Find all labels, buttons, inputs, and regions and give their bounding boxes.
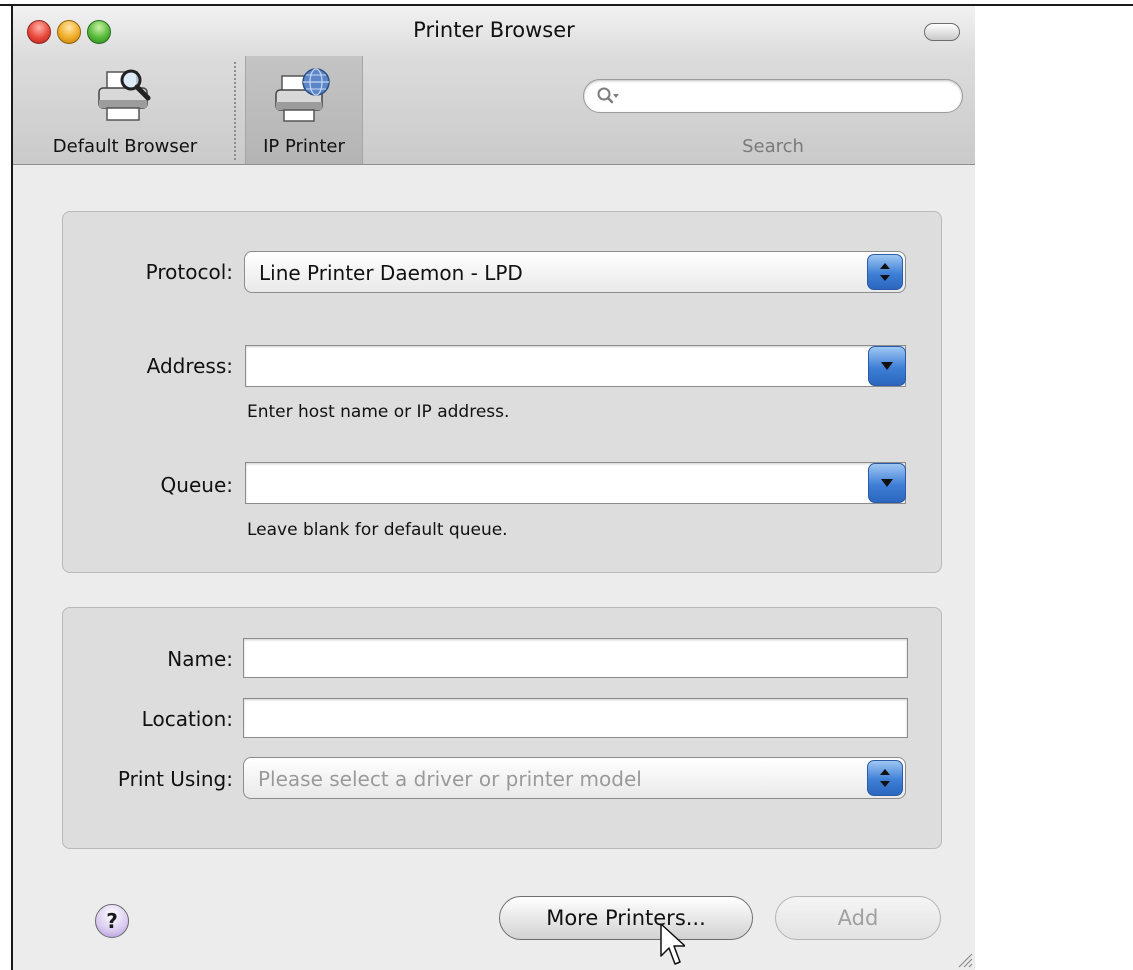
- address-hint: Enter host name or IP address.: [247, 402, 510, 422]
- name-field[interactable]: [243, 638, 908, 678]
- name-label: Name:: [167, 647, 233, 671]
- address-label: Address:: [146, 354, 233, 378]
- up-down-arrows-icon: [880, 769, 890, 787]
- popup-stepper[interactable]: [867, 254, 903, 290]
- address-combo[interactable]: [245, 345, 906, 387]
- search-field[interactable]: [583, 79, 963, 113]
- toolbar-item-ip-printer[interactable]: IP Printer: [245, 56, 363, 164]
- search-label: Search: [742, 136, 804, 157]
- resize-grip-icon[interactable]: [953, 948, 973, 968]
- up-down-arrows-icon: [880, 263, 890, 281]
- address-input[interactable]: [245, 345, 906, 387]
- queue-dropdown-button[interactable]: [868, 463, 906, 503]
- mouse-pointer-icon: [660, 923, 685, 965]
- chevron-down-icon: [881, 362, 893, 370]
- print-using-popup[interactable]: Please select a driver or printer model: [243, 757, 906, 799]
- more-printers-button[interactable]: More Printers...: [499, 896, 753, 940]
- queue-combo[interactable]: [245, 462, 906, 504]
- popup-stepper[interactable]: [867, 760, 903, 796]
- protocol-label: Protocol:: [145, 260, 233, 284]
- printer-globe-icon: [275, 68, 330, 122]
- queue-label: Queue:: [160, 473, 233, 497]
- queue-input[interactable]: [245, 462, 906, 504]
- protocol-popup[interactable]: Line Printer Daemon - LPD: [244, 251, 906, 293]
- printer-browser-window: Printer Browser Default Browser IP Print…: [13, 6, 975, 970]
- queue-hint: Leave blank for default queue.: [247, 520, 508, 540]
- chevron-down-icon: [881, 479, 893, 487]
- toolbar-item-label: IP Printer: [263, 136, 345, 157]
- toolbar-separator: [234, 62, 236, 160]
- toolbar-item-default-browser[interactable]: Default Browser: [27, 56, 223, 164]
- search-icon: [597, 87, 619, 104]
- printer-magnifier-icon: [98, 69, 151, 121]
- address-dropdown-button[interactable]: [868, 346, 906, 386]
- toolbar-toggle-button[interactable]: [924, 23, 960, 41]
- screen: Printer Browser Default Browser IP Print…: [0, 0, 1133, 970]
- search-input[interactable]: [622, 84, 946, 110]
- toolbar-item-label: Default Browser: [52, 136, 198, 157]
- protocol-value: Line Printer Daemon - LPD: [259, 261, 523, 285]
- add-button[interactable]: Add: [775, 896, 941, 940]
- help-button[interactable]: ?: [95, 904, 129, 938]
- print-using-label: Print Using:: [117, 767, 233, 791]
- location-label: Location:: [141, 707, 233, 731]
- location-field[interactable]: [243, 698, 908, 738]
- window-title: Printer Browser: [413, 18, 575, 42]
- title-bar[interactable]: Printer Browser: [13, 6, 975, 56]
- print-using-value: Please select a driver or printer model: [258, 767, 642, 791]
